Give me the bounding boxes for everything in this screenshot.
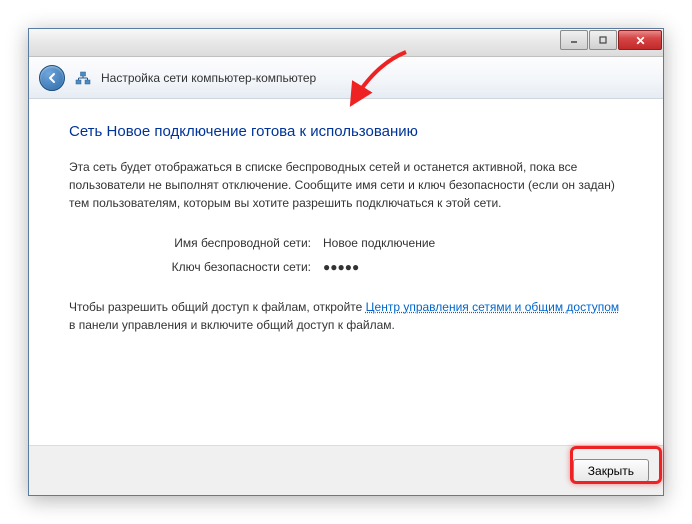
button-bar: Закрыть [29, 445, 663, 495]
security-key-value: ●●●●● [323, 260, 359, 274]
footer-text-before: Чтобы разрешить общий доступ к файлам, о… [69, 300, 366, 314]
titlebar [29, 29, 663, 57]
minimize-button[interactable] [560, 30, 588, 50]
network-name-value: Новое подключение [323, 236, 435, 250]
network-details: Имя беспроводной сети: Новое подключение… [151, 236, 623, 274]
description-text: Эта сеть будет отображаться в списке бес… [69, 158, 623, 212]
footer-text: Чтобы разрешить общий доступ к файлам, о… [69, 298, 623, 334]
window-controls [560, 29, 663, 56]
maximize-button[interactable] [589, 30, 617, 50]
footer-text-after: в панели управления и включите общий дос… [69, 318, 395, 332]
header-title: Настройка сети компьютер-компьютер [101, 71, 316, 85]
detail-row-name: Имя беспроводной сети: Новое подключение [151, 236, 623, 250]
back-button[interactable] [39, 65, 65, 91]
header-bar: Настройка сети компьютер-компьютер [29, 57, 663, 99]
window-close-button[interactable] [618, 30, 662, 50]
wizard-window: Настройка сети компьютер-компьютер Сеть … [28, 28, 664, 496]
network-center-link[interactable]: Центр управления сетями и общим доступом [366, 300, 620, 314]
page-title: Сеть Новое подключение готова к использо… [69, 123, 623, 140]
security-key-label: Ключ безопасности сети: [151, 260, 311, 274]
close-button[interactable]: Закрыть [573, 459, 649, 482]
content-area: Сеть Новое подключение готова к использо… [29, 99, 663, 334]
network-name-label: Имя беспроводной сети: [151, 236, 311, 250]
network-icon [75, 70, 91, 86]
detail-row-key: Ключ безопасности сети: ●●●●● [151, 260, 623, 274]
